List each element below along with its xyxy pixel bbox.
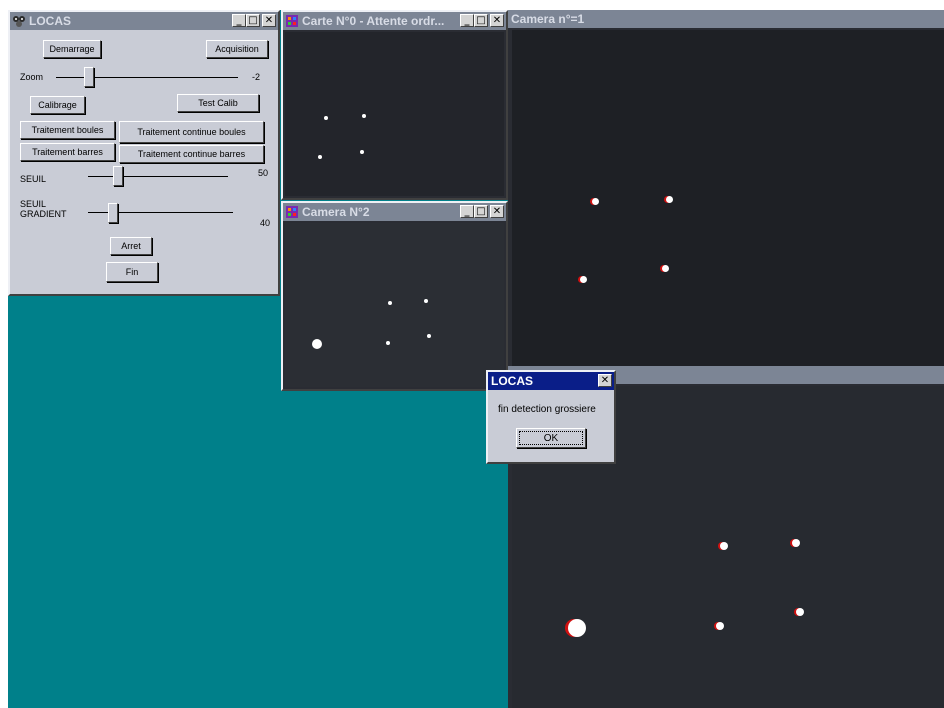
locas-dialog: LOCAS ✕ fin detection grossiere OK: [486, 370, 616, 464]
minimize-icon[interactable]: _: [460, 205, 474, 218]
locas-control-window: LOCAS _ □ ✕ Demarrage Acquisition Zoom -…: [8, 10, 280, 296]
fin-button[interactable]: Fin: [106, 262, 158, 282]
carte-image: [285, 32, 504, 196]
control-title: LOCAS: [29, 14, 71, 28]
seuil-gradient-label-1: SEUIL: [20, 199, 47, 209]
marker-dot: [427, 334, 431, 338]
ok-button[interactable]: OK: [516, 428, 586, 448]
maximize-icon[interactable]: □: [474, 205, 488, 218]
camera1-window: Camera n°=1: [508, 10, 944, 708]
tracked-marker: [716, 622, 724, 630]
seuil-gradient-label-2: GRADIENT: [20, 209, 67, 219]
control-titlebar[interactable]: LOCAS _ □ ✕: [10, 12, 278, 30]
seuil-gradient-slider-thumb[interactable]: [108, 203, 118, 223]
seuil-value: 50: [258, 168, 269, 178]
carte-window: Carte N°0 - Attente ordr... _ □ ✕: [281, 10, 508, 200]
camera2-window: Camera N°2 _ □ ✕: [281, 201, 508, 391]
tracked-marker: [720, 542, 728, 550]
minimize-icon[interactable]: _: [232, 14, 246, 27]
seuil-slider-track: [88, 176, 228, 177]
marker-dot: [388, 301, 392, 305]
seuil-label: SEUIL: [20, 174, 47, 184]
marker-dot: [360, 150, 364, 154]
tracked-marker: [796, 608, 804, 616]
camera1-title: Camera n°=1: [511, 12, 585, 26]
seuil-slider-thumb[interactable]: [113, 166, 123, 186]
dialog-title: LOCAS: [491, 374, 533, 388]
test-calib-button[interactable]: Test Calib: [177, 94, 259, 112]
maximize-icon[interactable]: □: [474, 14, 488, 27]
marker-dot: [424, 299, 428, 303]
zoom-value: -2: [252, 72, 261, 82]
camera2-titlebar[interactable]: Camera N°2 _ □ ✕: [283, 203, 506, 221]
tracked-marker: [592, 198, 599, 205]
camera-app-icon: [286, 206, 298, 218]
zoom-label: Zoom: [20, 72, 44, 82]
zoom-slider-thumb[interactable]: [84, 67, 94, 87]
camera1-titlebar[interactable]: Camera n°=1: [508, 10, 944, 28]
locas-app-icon: [13, 16, 25, 27]
marker-dot: [386, 341, 390, 345]
traitement-continue-barres-button[interactable]: Traitement continue barres: [119, 145, 264, 163]
arret-button[interactable]: Arret: [110, 237, 152, 255]
dialog-message: fin detection grossiere: [498, 404, 596, 415]
traitement-continue-boules-button[interactable]: Traitement continue boules: [119, 121, 264, 143]
carte-titlebar[interactable]: Carte N°0 - Attente ordr... _ □ ✕: [283, 12, 506, 30]
demarrage-button[interactable]: Demarrage: [43, 40, 101, 58]
close-icon[interactable]: ✕: [262, 14, 276, 27]
camera2-image: [285, 223, 504, 387]
maximize-icon[interactable]: □: [246, 14, 260, 27]
tracked-marker: [792, 539, 800, 547]
seuil-gradient-value: 40: [260, 218, 271, 228]
tracked-marker-large: [568, 619, 586, 637]
traitement-boules-button[interactable]: Traitement boules: [20, 121, 115, 139]
close-icon[interactable]: ✕: [490, 205, 504, 218]
camera1-image-top: [512, 30, 944, 366]
minimize-icon[interactable]: _: [460, 14, 474, 27]
carte-title: Carte N°0 - Attente ordr...: [302, 14, 445, 28]
close-icon[interactable]: ✕: [598, 374, 612, 387]
marker-dot: [324, 116, 328, 120]
marker-dot: [318, 155, 322, 159]
calibrage-button[interactable]: Calibrage: [30, 96, 85, 114]
camera-app-icon: [286, 15, 298, 27]
tracked-marker: [666, 196, 673, 203]
marker-dot-large: [312, 339, 322, 349]
dialog-titlebar[interactable]: LOCAS ✕: [488, 372, 614, 390]
traitement-barres-button[interactable]: Traitement barres: [20, 143, 115, 161]
close-icon[interactable]: ✕: [490, 14, 504, 27]
tracked-marker: [580, 276, 587, 283]
acquisition-button[interactable]: Acquisition: [206, 40, 268, 58]
marker-dot: [362, 114, 366, 118]
tracked-marker: [662, 265, 669, 272]
camera2-title: Camera N°2: [302, 205, 370, 219]
